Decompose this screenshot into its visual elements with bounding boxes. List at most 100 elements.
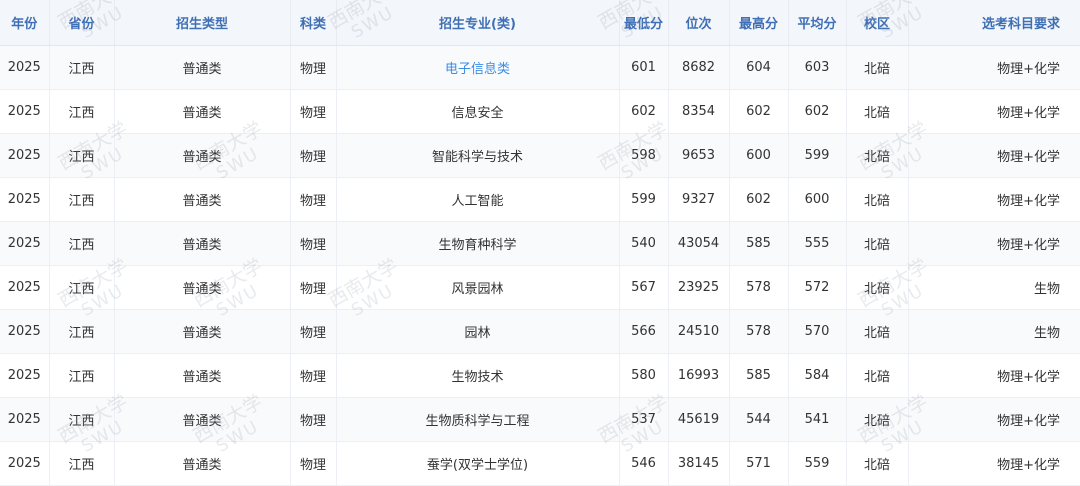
cell-max-score: 600 <box>729 133 789 178</box>
cell-rank: 8354 <box>668 89 730 134</box>
cell-subject-requirement: 物理+化学 <box>908 441 1080 486</box>
cell-avg-score: 555 <box>788 221 847 266</box>
cell-admission-type: 普通类 <box>114 265 291 310</box>
cell-subject-category: 物理 <box>290 45 337 90</box>
cell-major: 电子信息类 <box>336 45 620 90</box>
header-row: 年份 省份 招生类型 科类 招生专业(类) 最低分 位次 最高分 平均分 校区 … <box>0 0 1080 46</box>
cell-province: 江西 <box>49 309 115 354</box>
major-link[interactable]: 电子信息类 <box>445 62 510 77</box>
cell-admission-type: 普通类 <box>114 45 291 90</box>
cell-rank: 16993 <box>668 353 730 398</box>
cell-subject-requirement: 物理+化学 <box>908 221 1080 266</box>
header-subject-requirement: 选考科目要求 <box>908 0 1080 46</box>
cell-rank: 43054 <box>668 221 730 266</box>
cell-major: 信息安全 <box>336 89 620 134</box>
cell-province: 江西 <box>49 177 115 222</box>
cell-subject-requirement: 物理+化学 <box>908 133 1080 178</box>
cell-subject-category: 物理 <box>290 177 337 222</box>
cell-major: 蚕学(双学士学位) <box>336 441 620 486</box>
cell-campus: 北碚 <box>846 221 909 266</box>
cell-avg-score: 559 <box>788 441 847 486</box>
cell-major: 园林 <box>336 309 620 354</box>
cell-max-score: 602 <box>729 89 789 134</box>
cell-province: 江西 <box>49 89 115 134</box>
cell-admission-type: 普通类 <box>114 309 291 354</box>
cell-year: 2025 <box>0 177 50 222</box>
cell-subject-category: 物理 <box>290 133 337 178</box>
cell-province: 江西 <box>49 353 115 398</box>
cell-min-score: 602 <box>619 89 669 134</box>
header-year: 年份 <box>0 0 50 46</box>
cell-year: 2025 <box>0 397 50 442</box>
cell-min-score: 537 <box>619 397 669 442</box>
header-province: 省份 <box>49 0 115 46</box>
cell-province: 江西 <box>49 221 115 266</box>
table-row: 2025 江西 普通类 物理 电子信息类 601 8682 604 603 北碚… <box>0 45 1080 90</box>
cell-year: 2025 <box>0 133 50 178</box>
cell-subject-category: 物理 <box>290 89 337 134</box>
table-row: 2025 江西 普通类 物理 园林 566 24510 578 570 北碚 生… <box>0 309 1080 354</box>
cell-min-score: 540 <box>619 221 669 266</box>
cell-max-score: 578 <box>729 309 789 354</box>
header-campus: 校区 <box>846 0 909 46</box>
cell-campus: 北碚 <box>846 397 909 442</box>
cell-max-score: 578 <box>729 265 789 310</box>
cell-province: 江西 <box>49 265 115 310</box>
cell-subject-category: 物理 <box>290 353 337 398</box>
cell-campus: 北碚 <box>846 45 909 90</box>
cell-province: 江西 <box>49 397 115 442</box>
table-row: 2025 江西 普通类 物理 生物育种科学 540 43054 585 555 … <box>0 221 1080 266</box>
cell-campus: 北碚 <box>846 89 909 134</box>
cell-campus: 北碚 <box>846 177 909 222</box>
cell-major: 生物育种科学 <box>336 221 620 266</box>
cell-year: 2025 <box>0 265 50 310</box>
cell-max-score: 585 <box>729 221 789 266</box>
header-admission-type: 招生类型 <box>114 0 291 46</box>
cell-max-score: 544 <box>729 397 789 442</box>
cell-rank: 45619 <box>668 397 730 442</box>
cell-rank: 23925 <box>668 265 730 310</box>
table-row: 2025 江西 普通类 物理 蚕学(双学士学位) 546 38145 571 5… <box>0 441 1080 486</box>
cell-subject-requirement: 生物 <box>908 265 1080 310</box>
cell-avg-score: 603 <box>788 45 847 90</box>
table-row: 2025 江西 普通类 物理 信息安全 602 8354 602 602 北碚 … <box>0 89 1080 134</box>
table-header: 年份 省份 招生类型 科类 招生专业(类) 最低分 位次 最高分 平均分 校区 … <box>0 0 1080 46</box>
cell-admission-type: 普通类 <box>114 133 291 178</box>
cell-subject-requirement: 物理+化学 <box>908 353 1080 398</box>
cell-campus: 北碚 <box>846 133 909 178</box>
cell-avg-score: 572 <box>788 265 847 310</box>
cell-subject-requirement: 物理+化学 <box>908 397 1080 442</box>
cell-min-score: 546 <box>619 441 669 486</box>
table-body: 2025 江西 普通类 物理 电子信息类 601 8682 604 603 北碚… <box>0 45 1080 486</box>
cell-min-score: 601 <box>619 45 669 90</box>
cell-campus: 北碚 <box>846 441 909 486</box>
cell-subject-category: 物理 <box>290 309 337 354</box>
cell-max-score: 602 <box>729 177 789 222</box>
cell-campus: 北碚 <box>846 309 909 354</box>
cell-admission-type: 普通类 <box>114 177 291 222</box>
cell-year: 2025 <box>0 441 50 486</box>
cell-avg-score: 600 <box>788 177 847 222</box>
table-row: 2025 江西 普通类 物理 人工智能 599 9327 602 600 北碚 … <box>0 177 1080 222</box>
cell-campus: 北碚 <box>846 353 909 398</box>
cell-subject-category: 物理 <box>290 265 337 310</box>
cell-min-score: 567 <box>619 265 669 310</box>
cell-subject-category: 物理 <box>290 397 337 442</box>
header-min-score: 最低分 <box>619 0 669 46</box>
cell-year: 2025 <box>0 353 50 398</box>
header-subject-category: 科类 <box>290 0 337 46</box>
cell-subject-category: 物理 <box>290 221 337 266</box>
header-max-score: 最高分 <box>729 0 789 46</box>
cell-province: 江西 <box>49 133 115 178</box>
cell-subject-category: 物理 <box>290 441 337 486</box>
cell-major: 生物质科学与工程 <box>336 397 620 442</box>
header-avg-score: 平均分 <box>788 0 847 46</box>
cell-major: 风景园林 <box>336 265 620 310</box>
cell-major: 人工智能 <box>336 177 620 222</box>
cell-year: 2025 <box>0 89 50 134</box>
table-row: 2025 江西 普通类 物理 生物技术 580 16993 585 584 北碚… <box>0 353 1080 398</box>
table-row: 2025 江西 普通类 物理 智能科学与技术 598 9653 600 599 … <box>0 133 1080 178</box>
cell-subject-requirement: 生物 <box>908 309 1080 354</box>
cell-avg-score: 541 <box>788 397 847 442</box>
cell-rank: 8682 <box>668 45 730 90</box>
